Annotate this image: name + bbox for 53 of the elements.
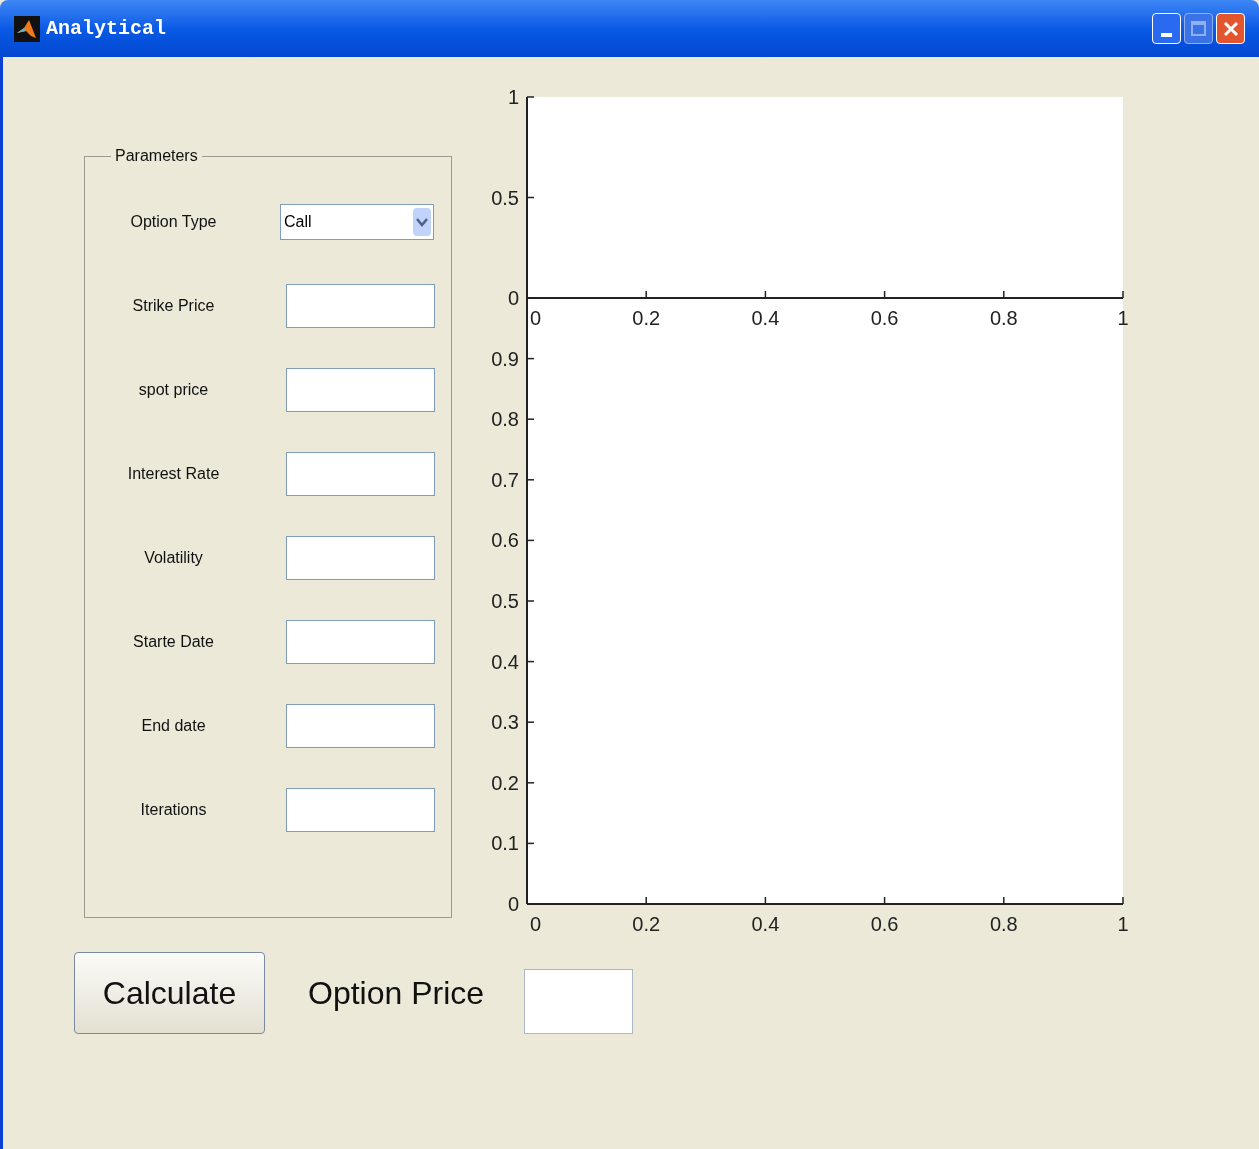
tick-label: 0.8 (989, 913, 1018, 935)
field-label: Strike Price (131, 296, 216, 316)
tick-label: 0.2 (632, 307, 661, 329)
tick-label: 0.7 (491, 468, 519, 491)
tick-label: 0 (507, 287, 519, 309)
window-title: Analytical (46, 15, 167, 42)
tick-label: 0 (507, 893, 519, 915)
option-price-label: Option Price (308, 974, 485, 1013)
tick-label: 0.5 (491, 590, 519, 612)
panel-title: Parameters (115, 147, 198, 164)
tick-label: 0.6 (870, 913, 899, 935)
tick-label: 0.2 (632, 913, 661, 935)
minimize-icon (1161, 33, 1172, 37)
input-field[interactable] (286, 620, 435, 664)
tick-label: 1 (1117, 913, 1129, 935)
tick-label: 0.9 (491, 347, 519, 370)
tick-label: 0.2 (491, 771, 519, 794)
input-field[interactable] (286, 704, 435, 748)
chevron-down-icon (413, 208, 431, 236)
field-label: spot price (137, 380, 210, 400)
maximize-icon (1191, 21, 1206, 36)
tick-label: 0.5 (491, 186, 519, 209)
tick-label: 0.4 (751, 913, 780, 935)
tick-label: 1 (1117, 307, 1129, 329)
tick-label: 0.6 (870, 307, 899, 329)
field-label: Iterations (139, 800, 208, 820)
tick-label: 0.8 (491, 408, 519, 431)
logo-icon (14, 15, 40, 42)
field-label: End date (140, 716, 207, 736)
maximize-button[interactable] (1184, 13, 1213, 44)
tick-label: 0.1 (491, 832, 519, 855)
input-field[interactable] (286, 536, 435, 580)
tick-label: 0 (530, 913, 542, 935)
input-field[interactable] (286, 284, 435, 328)
input-field[interactable] (286, 368, 435, 412)
field-label: Interest Rate (126, 464, 221, 484)
tick-label: 0.4 (751, 307, 780, 329)
close-button[interactable] (1216, 13, 1245, 44)
option-type-dropdown[interactable]: Call (280, 204, 434, 240)
field-label: Volatility (143, 548, 204, 568)
tick-label: 0 (530, 307, 542, 329)
tick-label: 0.6 (491, 529, 519, 552)
field-label: Option Type (129, 212, 218, 232)
tick-label: 0.3 (491, 711, 519, 734)
field-label: Starte Date (132, 632, 215, 652)
close-icon (1222, 20, 1239, 37)
tick-label: 0.8 (989, 307, 1018, 329)
tick-label: 1 (507, 86, 519, 108)
calculate-button[interactable]: Calculate (74, 952, 265, 1034)
input-field[interactable] (286, 452, 435, 496)
tick-label: 0.4 (491, 650, 519, 673)
minimize-button[interactable] (1152, 13, 1181, 44)
input-field[interactable] (286, 788, 435, 832)
